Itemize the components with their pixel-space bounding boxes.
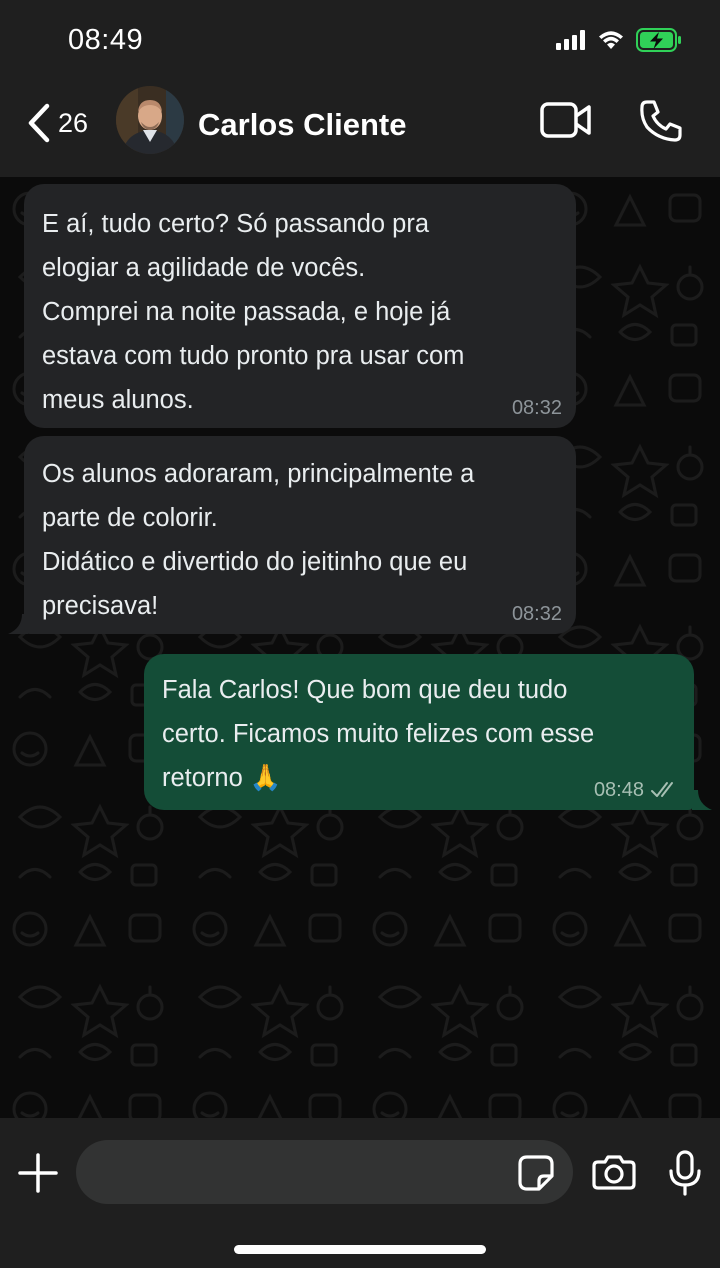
message-input-container[interactable] [76, 1140, 573, 1204]
status-icons [556, 28, 682, 52]
battery-charging-icon [636, 28, 681, 52]
status-bar: 08:49 [0, 0, 720, 80]
camera-button[interactable] [592, 1154, 636, 1195]
avatar[interactable] [116, 86, 184, 154]
bubble-tail-out [692, 790, 712, 810]
back-chevron-icon [28, 103, 50, 143]
message-text: Os alunos adoraram, principalmente a par… [42, 460, 475, 620]
camera-icon [592, 1155, 636, 1190]
phone-icon [640, 100, 682, 142]
composer-bar [0, 1118, 720, 1268]
sticker-button[interactable] [517, 1154, 555, 1197]
contact-name[interactable]: Carlos Cliente [198, 107, 406, 143]
unread-count: 26 [58, 107, 89, 138]
chat-area[interactable]: E aí, tudo certo? Só passando pra elogia… [0, 177, 720, 1118]
message-meta: 08:48 [594, 778, 680, 802]
chat-header: 26 Carlos Cliente [0, 80, 720, 177]
double-check-icon [651, 782, 673, 797]
message-input[interactable] [100, 1140, 500, 1204]
message-bubble-incoming[interactable]: E aí, tudo certo? Só passando pra elogia… [24, 184, 576, 428]
message-text: E aí, tudo certo? Só passando pra elogia… [42, 210, 465, 414]
video-call-icon [540, 102, 591, 138]
voice-call-button[interactable] [638, 98, 684, 149]
signal-icon [556, 30, 585, 50]
message-time: 08:48 [593, 779, 644, 801]
sticker-icon [518, 1155, 554, 1191]
message-time: 08:32 [511, 603, 562, 625]
plus-icon [18, 1153, 58, 1193]
wifi-icon [599, 31, 623, 49]
message-meta: 08:32 [512, 602, 562, 626]
status-time: 08:49 [68, 24, 144, 56]
home-indicator[interactable] [234, 1245, 486, 1254]
message-bubble-outgoing[interactable]: Fala Carlos! Que bom que deu tudo certo.… [144, 654, 694, 810]
video-call-button[interactable] [540, 100, 592, 145]
microphone-icon [669, 1150, 701, 1196]
attach-button[interactable] [18, 1153, 58, 1198]
microphone-button[interactable] [668, 1150, 702, 1201]
message-meta: 08:32 [512, 396, 562, 420]
back-button[interactable]: 26 [26, 100, 88, 146]
message-time: 08:32 [511, 397, 562, 419]
message-bubble-incoming[interactable]: Os alunos adoraram, principalmente a par… [24, 436, 576, 634]
